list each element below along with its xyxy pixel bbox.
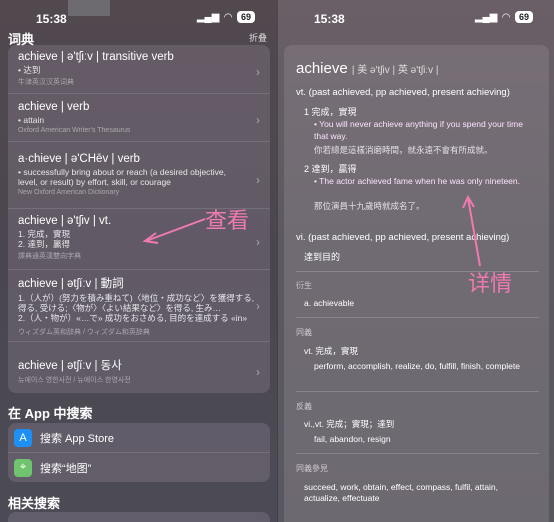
chevron-right-icon: ›: [256, 173, 260, 187]
app-search-section-title: 在 App 中搜索: [8, 406, 93, 421]
search-app-store-label: 搜索 App Store: [40, 432, 114, 445]
entry-source: 牛津英汉汉英词典: [18, 79, 74, 86]
annotation-arrow: [462, 194, 481, 267]
status-bar: 15:38 ▂▄▆ ◠ 69: [278, 10, 554, 28]
chevron-right-icon: ›: [256, 65, 260, 79]
dictionary-entry-noad[interactable]: a·chieve | ə'CHēv | verb • successfully …: [8, 153, 270, 209]
example-2: • The actor achieved fame when he was on…: [314, 176, 521, 186]
signal-icon: ▂▄▆: [474, 11, 498, 23]
search-maps-label: 搜索“地图”: [40, 462, 92, 475]
search-maps-row[interactable]: ⌖ 搜索“地图”: [8, 453, 270, 482]
dictionary-entry-thesaurus[interactable]: achieve | verb • attain Oxford American …: [8, 101, 270, 142]
example-1: • You will never achieve anything if you…: [314, 119, 523, 141]
battery-icon: 69: [236, 11, 255, 23]
dictionary-entry-oxford-ec[interactable]: achieve | ə'tʃiːv | transitive verb • 达到…: [8, 51, 270, 94]
entry-title: achieve | ə'tʃiːv | transitive verb: [18, 51, 174, 63]
chevron-right-icon: ›: [256, 113, 260, 127]
divider: [296, 453, 539, 454]
wifi-icon: ◠: [224, 11, 232, 23]
synonym-head: vt. 完成，實現: [304, 346, 358, 356]
divider: [296, 317, 539, 318]
entry-source: 뉴에이스 영한사전 / 뉴에이스 한영사전: [18, 377, 131, 384]
antonym-head: vi.,vt. 完成；實現；達到: [304, 419, 395, 429]
entry-title: a·chieve | ə'CHēv | verb: [18, 153, 140, 165]
derived-label: 衍生: [296, 281, 312, 290]
see-also-label: 同義參見: [296, 464, 328, 473]
battery-icon: 69: [514, 11, 533, 23]
chevron-right-icon: ›: [256, 235, 260, 249]
related-search-row[interactable]: [8, 512, 270, 522]
entry-title: achieve | ətʃíːv | 動詞: [18, 278, 124, 290]
entry-source: ウィズダム英和辞典 / ウィズダム和英辞典: [18, 329, 150, 336]
translation-2: 那位演員十九歲時就成名了。: [314, 201, 425, 211]
entry-source: Oxford American Writer's Thesaurus: [18, 127, 131, 134]
vi-sense: 達到目的: [304, 252, 341, 262]
sense-2: 2 達到，贏得: [304, 164, 357, 174]
search-app-store-row[interactable]: A 搜索 App Store: [8, 423, 270, 453]
antonym-label: 反義: [296, 402, 312, 411]
status-bar: 15:38 ▂▄▆ ◠ 69: [0, 10, 277, 28]
headword-text: achieve: [296, 60, 348, 77]
dictionary-entry-newace[interactable]: achieve | ətʃíːv | 동사 뉴에이스 영한사전 / 뉴에이스 한…: [8, 357, 270, 391]
synonym-label: 同義: [296, 328, 312, 337]
antonym-list: fail, abandon, resign: [314, 434, 391, 444]
wifi-icon: ◠: [502, 11, 510, 23]
status-time: 15:38: [314, 12, 345, 26]
entry-body: • 达到: [18, 65, 41, 75]
synonym-list: perform, accomplish, realize, do, fulfil…: [314, 361, 520, 371]
entry-body: • successfully bring about or reach (a d…: [18, 167, 227, 187]
status-icons: ▂▄▆ ◠ 69: [475, 11, 533, 23]
headword: achieve | 美 ə'tʃiv | 英 ə'tʃiːv |: [296, 60, 439, 77]
derived-word: a. achievable: [304, 298, 355, 308]
entry-source: 譯典通英漢雙向字典: [18, 253, 81, 260]
entry-body: • attain: [18, 115, 45, 125]
divider: [296, 391, 539, 392]
dictionary-header: 词典 折叠: [8, 29, 269, 47]
entry-source: New Oxford American Dictionary: [18, 189, 120, 196]
chevron-right-icon: ›: [256, 299, 260, 313]
annotation-view-label: 查看: [205, 209, 250, 234]
pronunciation: | 美 ə'tʃiv | 英 ə'tʃiːv |: [351, 65, 439, 76]
dictionary-entry-wisdom[interactable]: achieve | ətʃíːv | 動詞 1.（人が）(努力を積み重ねて)〈地…: [8, 275, 270, 342]
entry-body: 1.（人が）(努力を積み重ねて)〈地位・成功など〉を獲得する, 得る, 受ける;…: [18, 293, 255, 323]
entry-title: achieve | verb: [18, 101, 90, 113]
annotation-detail-label: 详情: [468, 272, 513, 297]
app-store-icon: A: [14, 428, 32, 447]
annotation-arrow: [142, 218, 206, 244]
translation-1: 你若總是這樣消磨時間，就永遠不會有所成就。: [314, 145, 493, 155]
collapse-button[interactable]: 折叠: [249, 31, 267, 44]
vt-forms: vt. (past achieved, pp achieved, present…: [296, 87, 510, 98]
status-icons: ▂▄▆ ◠ 69: [197, 11, 255, 23]
sense-1: 1 完成，實現: [304, 107, 357, 117]
see-also-list: succeed, work, obtain, effect, compass, …: [304, 482, 499, 503]
related-search-title: 相关搜索: [8, 496, 61, 511]
search-results-panel: 15:38 ▂▄▆ ◠ 69 词典 折叠 achieve | ə'tʃiːv |…: [0, 0, 277, 522]
maps-icon: ⌖: [14, 458, 32, 477]
dictionary-detail-panel: 15:38 ▂▄▆ ◠ 69 achieve | 美 ə'tʃiv | 英 ə'…: [277, 0, 554, 522]
entry-title: achieve | ətʃíːv | 동사: [18, 360, 122, 372]
status-time: 15:38: [36, 12, 67, 26]
signal-icon: ▂▄▆: [196, 11, 220, 23]
chevron-right-icon: ›: [256, 365, 260, 379]
